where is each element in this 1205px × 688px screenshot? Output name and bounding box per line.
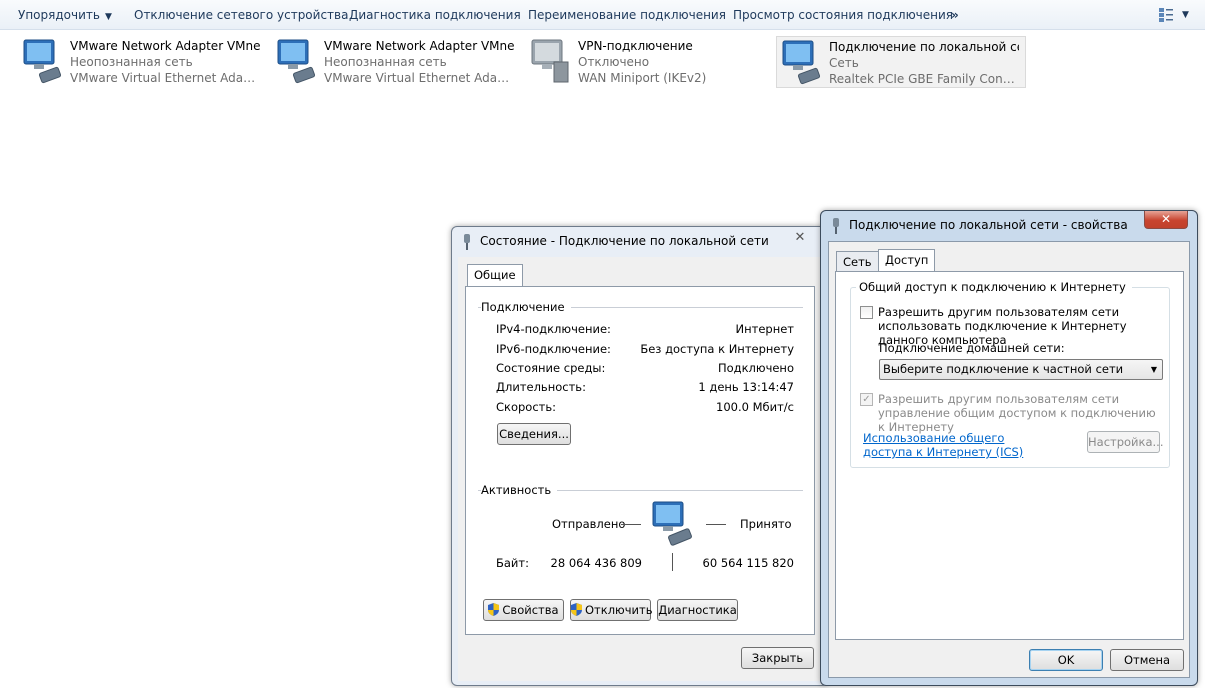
uac-shield-icon: [571, 603, 582, 616]
properties-label: Свойства: [502, 603, 559, 617]
ics-help-link[interactable]: Использование общего доступа к Интернету…: [863, 431, 1048, 459]
row-label: IPv4-подключение:: [496, 322, 611, 336]
disable-label: Отключить: [585, 603, 653, 617]
sharing-panel: Общий доступ к подключению к Интернету Р…: [835, 271, 1184, 640]
network-plug-icon: [464, 234, 470, 250]
tab-sharing[interactable]: Доступ: [878, 249, 936, 272]
rename-connection-button[interactable]: Переименование подключения: [528, 0, 726, 30]
connection-tile-lan[interactable]: Подключение по локальной сети Сеть Realt…: [776, 36, 1026, 88]
connection-tile-vpn[interactable]: VPN-подключение Отключено WAN Miniport (…: [526, 36, 776, 88]
connection-status: Неопознанная сеть: [324, 55, 447, 69]
connection-name: VMware Network Adapter VMnet1: [70, 39, 260, 53]
organize-label: Упорядочить: [18, 8, 100, 22]
connection-tile-vmnet8[interactable]: VMware Network Adapter VMnet8 Неопознанн…: [272, 36, 522, 88]
row-label: Состояние среды:: [496, 361, 606, 375]
command-bar: Упорядочить ▼ Отключение сетевого устройс…: [0, 0, 1205, 30]
received-line: [706, 524, 726, 525]
disable-device-button[interactable]: Отключение сетевого устройства: [134, 0, 348, 30]
chevron-down-icon: ▼: [1150, 365, 1157, 374]
home-network-label: Подключение домашней сети:: [879, 341, 1065, 355]
network-adapter-icon: [23, 39, 62, 84]
close-button[interactable]: Закрыть: [741, 647, 814, 669]
connection-device: VMware Virtual Ethernet Adapter ...: [70, 71, 260, 85]
network-plug-icon: [833, 218, 839, 234]
row-value: Подключено: [717, 361, 794, 375]
connection-status: Отключено: [578, 55, 650, 69]
connection-name: VMware Network Adapter VMnet8: [324, 39, 514, 53]
ok-button[interactable]: OK: [1029, 649, 1103, 671]
bytes-sent-value: 28 064 436 809: [550, 556, 642, 570]
row-label: Скорость:: [496, 400, 557, 414]
allow-control-label: Разрешить другим пользователям сети упра…: [878, 392, 1156, 434]
tab-general[interactable]: Общие: [467, 264, 523, 287]
view-dropdown-arrow-icon[interactable]: ▼: [1182, 0, 1189, 30]
organize-menu[interactable]: Упорядочить ▼: [18, 0, 112, 30]
close-icon[interactable]: ✕: [778, 229, 822, 247]
status-window-title: Состояние - Подключение по локальной сет…: [480, 234, 769, 248]
settings-button[interactable]: Настройка...: [1087, 431, 1164, 453]
view-options-icon[interactable]: [1158, 7, 1174, 23]
row-value: 100.0 Мбит/с: [716, 400, 794, 414]
connection-status: Неопознанная сеть: [70, 55, 193, 69]
properties-button[interactable]: Свойства: [483, 599, 564, 621]
more-commands-button[interactable]: »: [951, 0, 959, 30]
disable-button[interactable]: Отключить: [570, 599, 653, 621]
row-label: IPv6-подключение:: [496, 342, 611, 356]
connection-tile-vmnet1[interactable]: VMware Network Adapter VMnet1 Неопознанн…: [18, 36, 268, 88]
row-value: Интернет: [735, 322, 795, 336]
general-panel: Подключение IPv4-подключение: Интернет I…: [465, 286, 815, 635]
network-activity-icon: [652, 501, 692, 546]
bytes-received-value: 60 564 115 820: [702, 556, 794, 570]
view-status-button[interactable]: Просмотр состояния подключения: [733, 0, 953, 30]
status-window: Состояние - Подключение по локальной сет…: [451, 226, 828, 686]
row-value: Без доступа к Интернету: [640, 342, 794, 356]
home-network-value: Выберите подключение к частной сети: [883, 362, 1124, 376]
network-adapter-icon: [277, 39, 316, 84]
close-icon[interactable]: ✕: [1144, 211, 1188, 229]
network-adapter-icon: [782, 40, 821, 85]
bytes-divider: [672, 553, 673, 571]
home-network-select[interactable]: Выберите подключение к частной сети ▼: [879, 359, 1163, 380]
cancel-button[interactable]: Отмена: [1110, 649, 1184, 671]
diagnose-button[interactable]: Диагностика: [657, 599, 738, 621]
sent-label: Отправлено: [552, 517, 626, 531]
vpn-connection-icon: [531, 39, 569, 83]
chevron-down-icon: ▼: [104, 12, 112, 22]
connection-name: VPN-подключение: [578, 39, 693, 53]
connection-group-label: Подключение: [481, 300, 571, 314]
diagnose-connection-button[interactable]: Диагностика подключения: [349, 0, 521, 30]
properties-window: Подключение по локальной сети - свойства…: [820, 210, 1198, 686]
row-label: Длительность:: [496, 380, 586, 394]
connection-name: Подключение по локальной сети: [829, 40, 1019, 54]
status-window-body: Общие Подключение IPv4-подключение: Инте…: [458, 257, 821, 681]
tab-network[interactable]: Сеть: [836, 251, 879, 272]
sent-line: [621, 524, 641, 525]
activity-group-label: Активность: [481, 483, 558, 497]
connection-device: Realtek PCIe GBE Family Controller: [829, 72, 1019, 86]
ics-group-label: Общий доступ к подключению к Интернету: [856, 280, 1132, 294]
bytes-label: Байт:: [496, 556, 529, 570]
details-button[interactable]: Сведения...: [497, 423, 571, 445]
connection-status: Сеть: [829, 56, 859, 70]
received-label: Принято: [740, 517, 792, 531]
uac-shield-icon: [488, 603, 500, 616]
properties-window-body: Сеть Доступ Общий доступ к подключению к…: [828, 241, 1190, 678]
connection-device: VMware Virtual Ethernet Adapter ...: [324, 71, 514, 85]
connection-device: WAN Miniport (IKEv2): [578, 71, 707, 85]
allow-share-checkbox[interactable]: [860, 306, 873, 319]
properties-window-title: Подключение по локальной сети - свойства: [849, 218, 1128, 232]
row-value: 1 день 13:14:47: [698, 380, 794, 394]
allow-control-checkbox[interactable]: ✓: [860, 393, 873, 406]
